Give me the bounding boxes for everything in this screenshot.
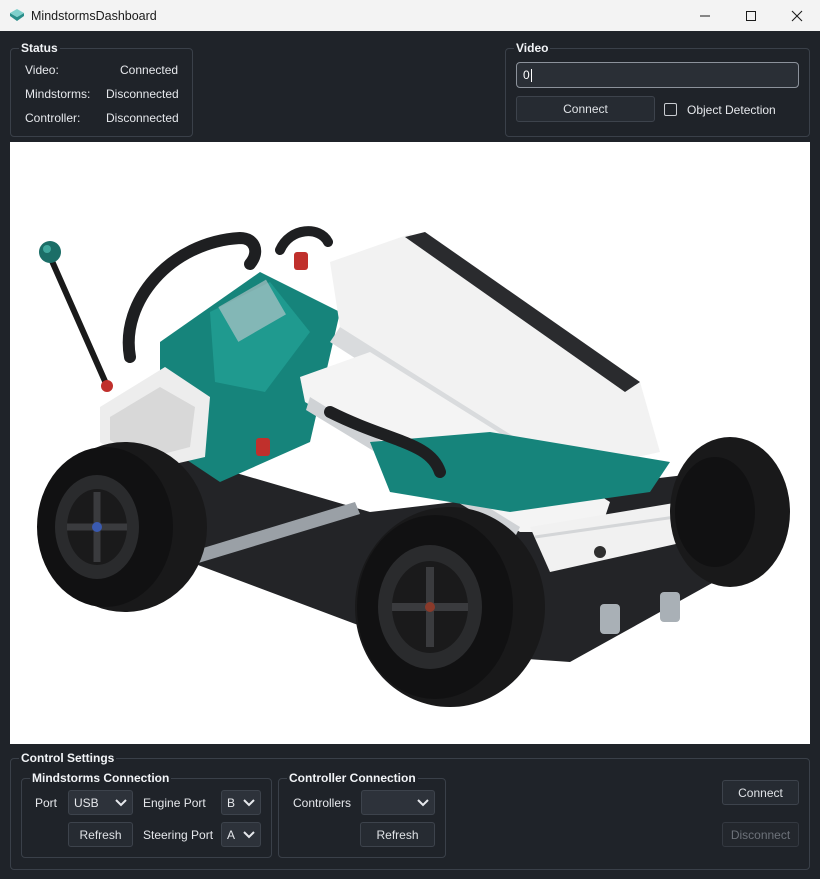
engine-port-value: B (227, 795, 236, 810)
control-disconnect-button[interactable]: Disconnect (722, 822, 799, 847)
window-title: MindstormsDashboard (31, 8, 157, 23)
app-icon (10, 8, 24, 21)
maximize-icon (746, 10, 756, 21)
controller-refresh-button[interactable]: Refresh (360, 822, 435, 847)
video-title: Video (514, 41, 551, 55)
controller-connection-title: Controller Connection (287, 771, 418, 785)
object-detection-checkbox[interactable] (664, 103, 677, 116)
steering-port-select[interactable]: A (221, 822, 261, 847)
video-source-value: 0 (523, 68, 530, 82)
video-feed (10, 142, 810, 744)
status-video-label: Video: (25, 63, 59, 77)
port-label: Port (35, 796, 58, 810)
engine-port-label: Engine Port (143, 796, 206, 810)
port-select[interactable]: USB (68, 790, 133, 815)
control-connect-button[interactable]: Connect (722, 780, 799, 805)
chevron-down-icon (243, 798, 255, 806)
video-connect-button[interactable]: Connect (516, 96, 655, 122)
status-title: Status (19, 41, 60, 55)
robot-image (37, 226, 790, 707)
engine-port-select[interactable]: B (221, 790, 261, 815)
status-video-value: Connected (120, 63, 179, 77)
minimize-button[interactable] (682, 0, 728, 31)
chevron-down-icon (417, 798, 429, 806)
steering-port-label: Steering Port (143, 828, 214, 842)
chevron-down-icon (115, 798, 127, 806)
status-controller-value: Disconnected (106, 111, 179, 125)
control-settings-title: Control Settings (19, 751, 117, 765)
object-detection-label[interactable]: Object Detection (687, 103, 776, 117)
maximize-button[interactable] (728, 0, 774, 31)
chevron-down-icon (243, 830, 255, 838)
status-controller-label: Controller: (25, 111, 81, 125)
video-source-input[interactable]: 0 (516, 62, 799, 88)
close-button[interactable] (774, 0, 820, 31)
mindstorms-refresh-button[interactable]: Refresh (68, 822, 133, 847)
steering-port-value: A (227, 827, 236, 842)
controllers-label: Controllers (293, 796, 352, 810)
text-caret (530, 68, 532, 82)
controllers-select[interactable] (361, 790, 435, 815)
close-icon (791, 10, 803, 21)
mindstorms-connection-title: Mindstorms Connection (30, 771, 172, 785)
status-mindstorms-label: Mindstorms: (25, 87, 91, 101)
title-bar: MindstormsDashboard (0, 0, 820, 31)
port-select-value: USB (74, 795, 99, 810)
minimize-icon (700, 15, 710, 16)
status-mindstorms-value: Disconnected (106, 87, 179, 101)
